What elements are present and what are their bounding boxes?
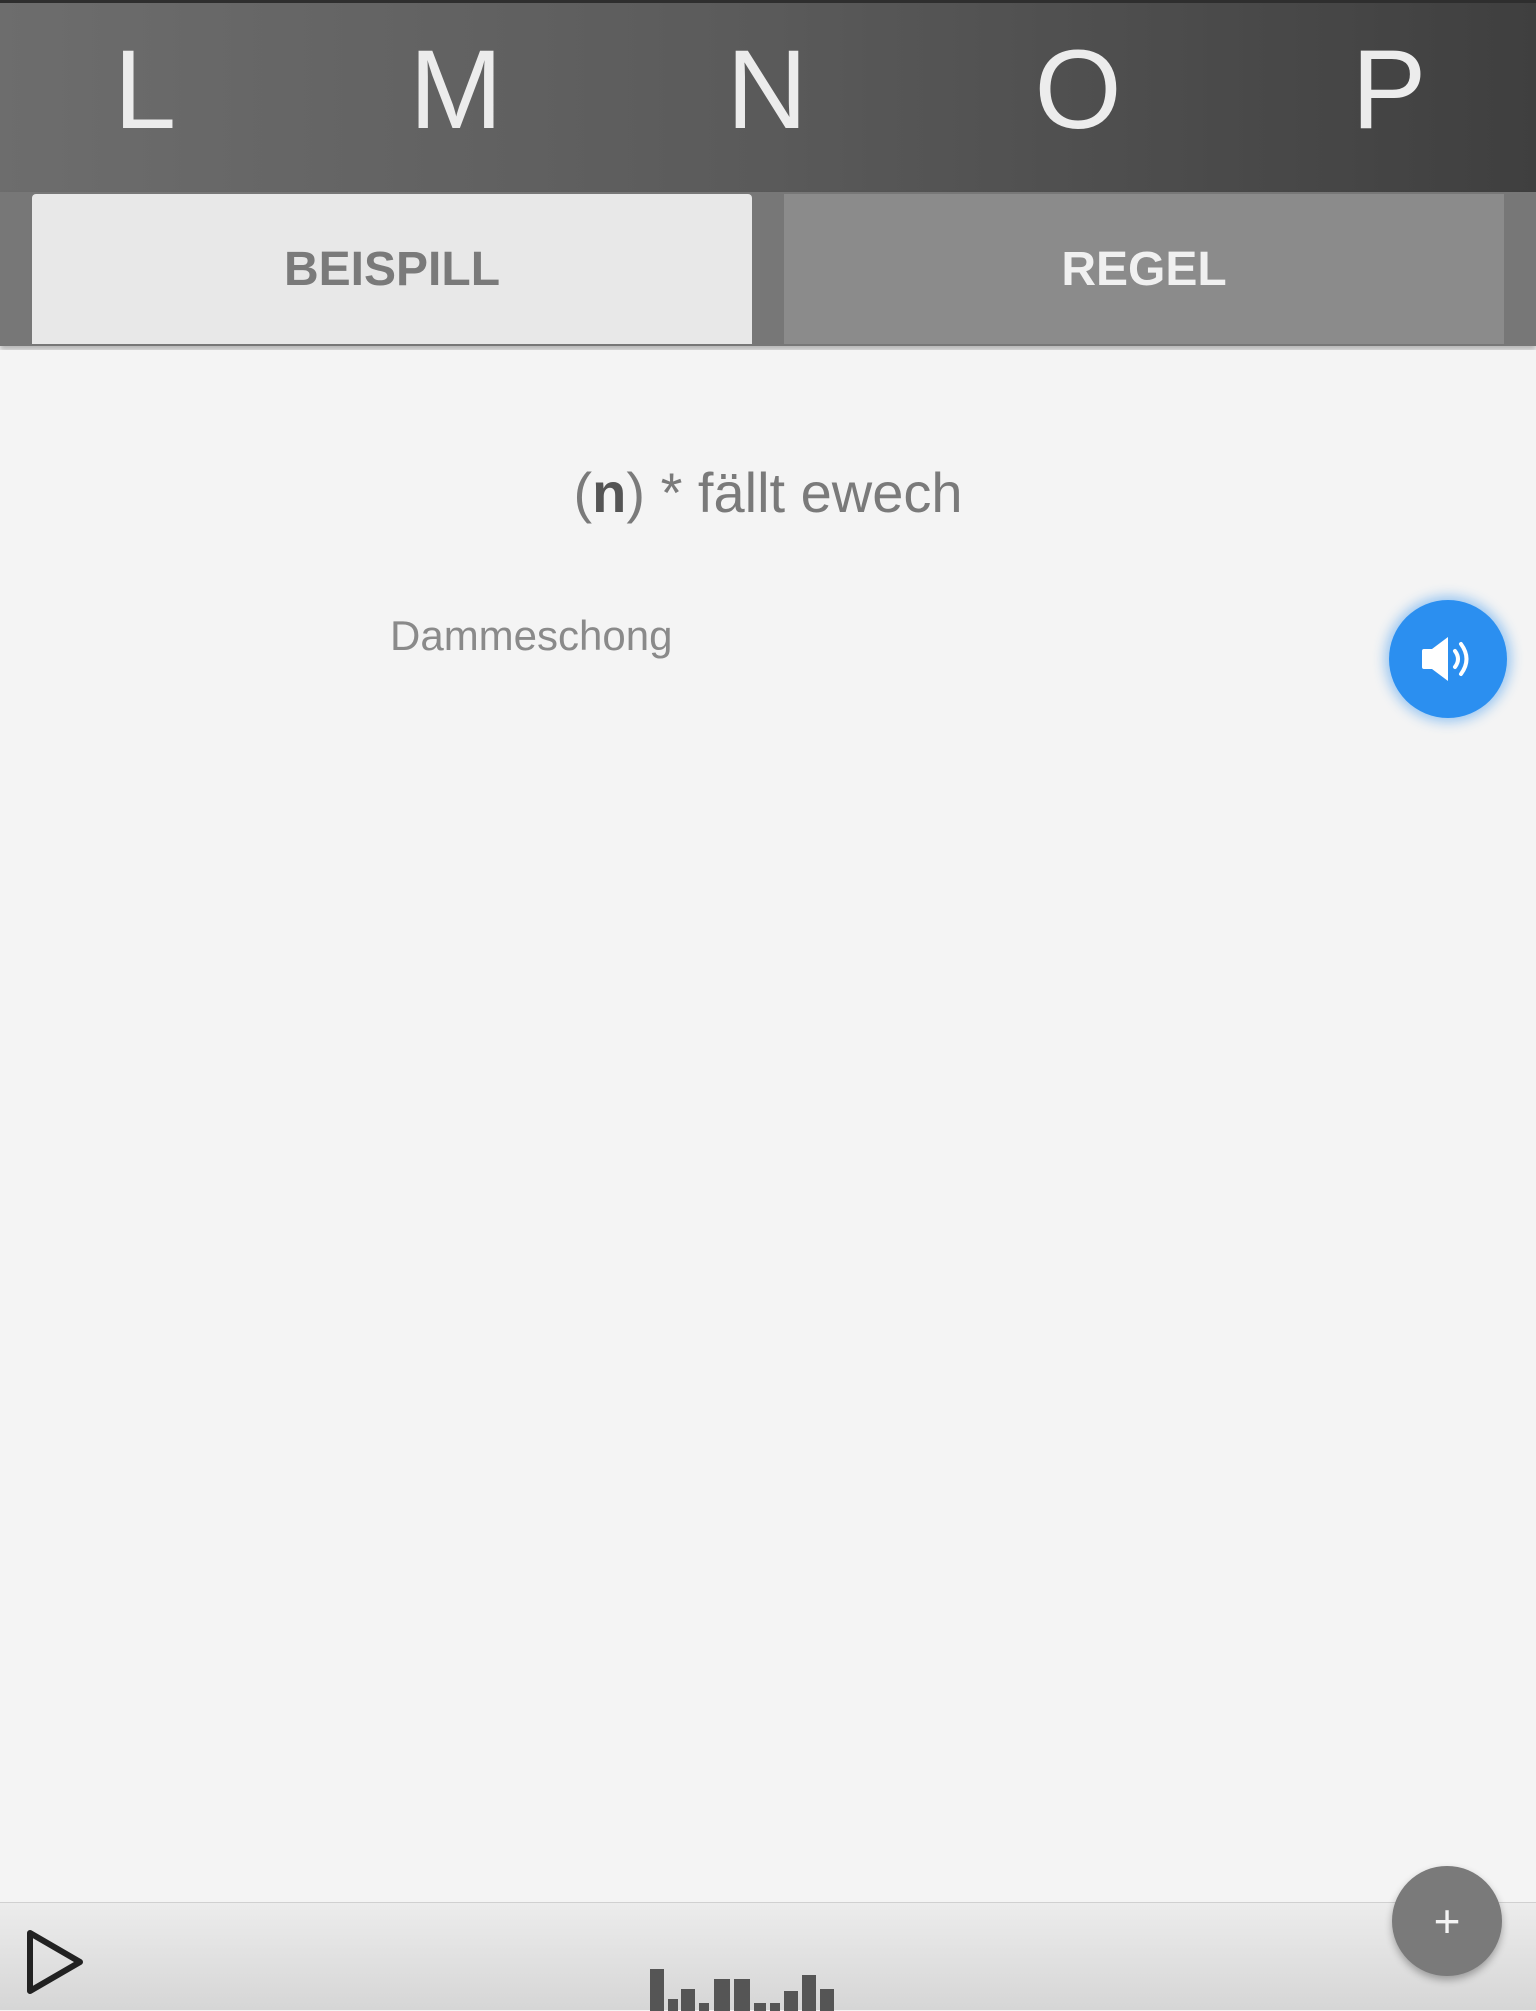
- play-button[interactable]: [22, 1927, 86, 1997]
- audio-level-icon: [650, 1969, 834, 2011]
- content-area: (n) * fällt ewech Dammeschong: [0, 350, 1536, 1900]
- rule-rest: ) * fällt ewech: [626, 461, 963, 524]
- rule-text: (n) * fällt ewech: [0, 460, 1536, 525]
- tab-regel[interactable]: REGEL: [784, 194, 1504, 344]
- letter-navigation-bar: L M N O P: [0, 0, 1536, 192]
- rule-letter: n: [592, 461, 627, 524]
- tab-bar: BEISPILL REGEL: [0, 192, 1536, 346]
- play-sound-button[interactable]: [1389, 600, 1507, 718]
- letter-N[interactable]: N: [697, 25, 837, 155]
- example-word: Dammeschong: [390, 612, 673, 659]
- letter-O[interactable]: O: [1008, 25, 1148, 155]
- tab-beispill[interactable]: BEISPILL: [32, 194, 752, 344]
- letter-M[interactable]: M: [386, 25, 526, 155]
- player-bar: [0, 1902, 1536, 2011]
- rule-open-paren: (: [573, 461, 593, 524]
- add-button[interactable]: +: [1392, 1866, 1502, 1976]
- speaker-volume-icon: [1422, 637, 1469, 681]
- letter-L[interactable]: L: [75, 25, 215, 155]
- letter-P[interactable]: P: [1319, 25, 1459, 155]
- plus-icon: +: [1433, 1895, 1461, 1947]
- play-icon: [27, 1930, 83, 1994]
